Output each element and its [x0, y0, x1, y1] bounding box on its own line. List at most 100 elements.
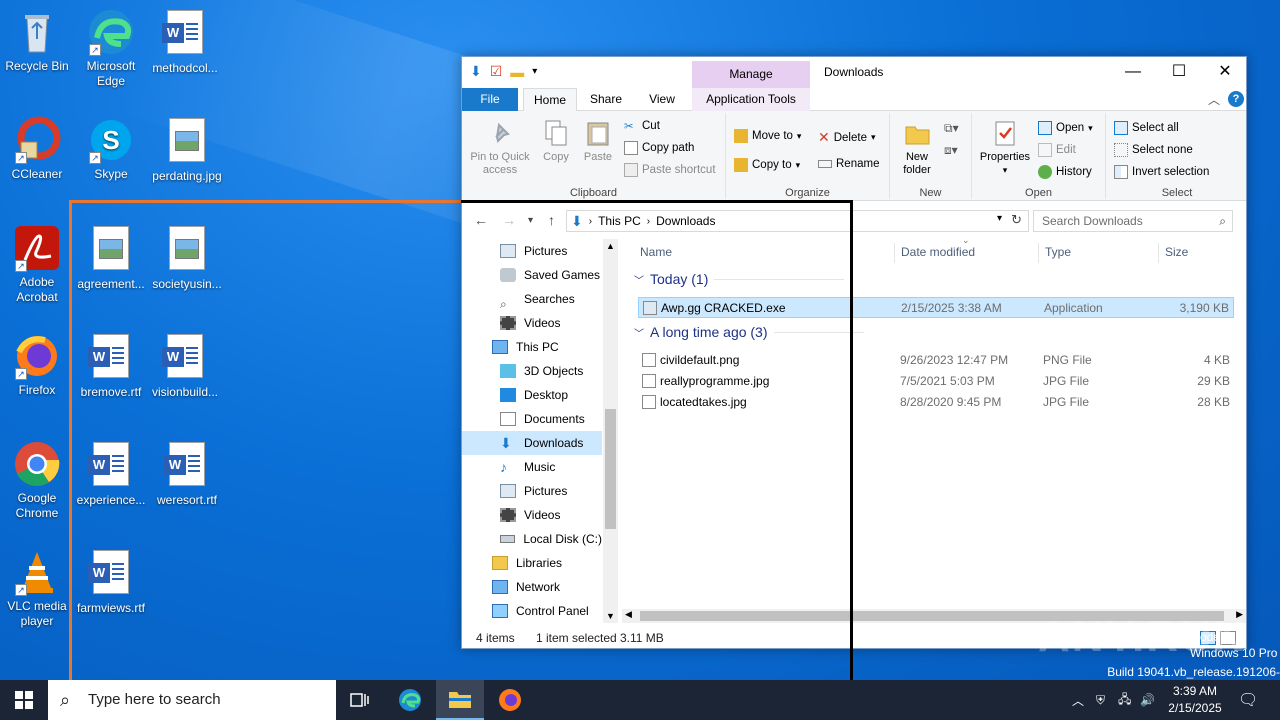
taskbar-clock[interactable]: 3:39 AM 2/15/2025	[1160, 683, 1230, 717]
volume-icon[interactable]: 🔊	[1140, 680, 1155, 720]
refresh-icon[interactable]: ↻	[1011, 212, 1022, 228]
table-row[interactable]: locatedtakes.jpg 8/28/2020 9:45 PM JPG F…	[638, 392, 1234, 413]
minimize-button[interactable]: —	[1110, 57, 1156, 88]
group-header-long-time-ago[interactable]: ﹀ A long time ago (3)	[634, 324, 864, 340]
title-bar[interactable]: ⬇ ☑ ▬ ▾ Manage Downloads — ☐ ✕	[462, 57, 1246, 88]
tab-application-tools[interactable]: Application Tools	[692, 88, 810, 111]
address-dropdown-chevron-icon[interactable]: ▾	[997, 213, 1002, 224]
notifications-icon[interactable]: 🗨	[1238, 680, 1258, 720]
close-button[interactable]: ✕	[1202, 57, 1248, 88]
nav-item-local-disk[interactable]: Local Disk (C:)	[500, 527, 602, 551]
nav-item-documents[interactable]: Documents	[500, 407, 602, 431]
network-icon[interactable]: 🖧	[1118, 680, 1131, 720]
move-to-button[interactable]: Move to ▾	[734, 129, 801, 143]
nav-item-videos-2[interactable]: Videos	[500, 503, 602, 527]
up-arrow-icon[interactable]: ↑	[548, 212, 555, 228]
search-input[interactable]: Search Downloads ⌕	[1033, 210, 1233, 232]
nav-item-this-pc[interactable]: This PC	[492, 335, 602, 359]
tab-home[interactable]: Home	[523, 88, 577, 111]
start-button[interactable]	[0, 680, 48, 720]
easy-access-icon[interactable]: ⧈▾	[944, 143, 958, 158]
nav-pane-scrollbar[interactable]: ▲ ▼	[603, 239, 618, 623]
nav-item-videos[interactable]: Videos	[500, 311, 602, 335]
scroll-left-icon[interactable]: ◀	[625, 609, 632, 620]
new-item-icon[interactable]: ⧉▾	[944, 121, 959, 136]
paste-button[interactable]: Paste	[580, 119, 616, 164]
nav-item-desktop[interactable]: Desktop	[500, 383, 602, 407]
nav-item-downloads[interactable]: ⬇ Downloads	[462, 431, 602, 455]
open-button[interactable]: Open ▾	[1038, 121, 1093, 135]
delete-button[interactable]: ✕ Delete ▾	[818, 129, 876, 146]
pin-quick-access-button[interactable]: Pin to Quick access	[468, 119, 532, 177]
new-folder-icon[interactable]: ▬	[510, 64, 524, 80]
desktop-icon-acrobat[interactable]: ↗ Adobe Acrobat	[0, 224, 74, 305]
column-header-name[interactable]: Name	[640, 239, 672, 265]
ribbon-collapse-icon[interactable]: ︿	[1208, 91, 1220, 108]
nav-item-network[interactable]: Network	[492, 575, 602, 599]
breadcrumb-downloads[interactable]: Downloads	[656, 214, 715, 228]
paste-shortcut-button[interactable]: Paste shortcut	[624, 163, 716, 177]
scroll-down-icon[interactable]: ▼	[606, 611, 615, 621]
desktop-icon-chrome[interactable]: Google Chrome	[0, 440, 74, 521]
nav-item-3d-objects[interactable]: 3D Objects	[500, 359, 602, 383]
column-header-type[interactable]: Type	[1045, 239, 1071, 265]
tab-manage[interactable]: Manage	[692, 61, 810, 88]
table-row[interactable]: reallyprogramme.jpg 7/5/2021 5:03 PM JPG…	[638, 371, 1234, 392]
show-hidden-icons-chevron-icon[interactable]: ︿	[1072, 680, 1084, 720]
tab-view[interactable]: View	[640, 88, 684, 111]
copy-path-button[interactable]: Copy path	[624, 141, 694, 155]
desktop-icon-perdating[interactable]: perdating.jpg	[150, 116, 224, 184]
desktop-icon-skype[interactable]: S ↗ Skype	[74, 116, 148, 182]
copy-button[interactable]: Copy	[536, 119, 576, 164]
taskbar-firefox-button[interactable]	[486, 680, 534, 720]
tab-file[interactable]: File	[462, 88, 518, 111]
edit-button[interactable]: Edit	[1038, 143, 1076, 157]
scrollbar-thumb[interactable]	[605, 409, 616, 529]
new-folder-button[interactable]: New folder	[896, 119, 938, 177]
select-all-button[interactable]: Select all	[1114, 121, 1179, 135]
breadcrumb-this-pc[interactable]: This PC	[598, 214, 641, 228]
help-icon[interactable]: ?	[1228, 91, 1244, 107]
group-header-today[interactable]: ﹀ Today (1)	[634, 271, 845, 287]
nav-item-searches[interactable]: ⌕ Searches	[500, 287, 602, 311]
desktop-icon-recycle-bin[interactable]: Recycle Bin	[0, 8, 74, 74]
address-bar[interactable]: ⬇ › This PC › Downloads ▾ ↻	[566, 210, 1029, 232]
invert-selection-button[interactable]: Invert selection	[1114, 165, 1209, 179]
select-none-button[interactable]: Select none	[1114, 143, 1193, 157]
recent-locations-chevron-icon[interactable]: ▾	[528, 215, 533, 226]
desktop-icon-ccleaner[interactable]: ↗ CCleaner	[0, 116, 74, 182]
column-header-size[interactable]: Size	[1165, 239, 1188, 265]
down-arrow-icon[interactable]: ⬇	[470, 63, 482, 80]
nav-item-music[interactable]: ♪ Music	[500, 455, 602, 479]
nav-item-control-panel[interactable]: Control Panel	[492, 599, 602, 623]
cut-button[interactable]: ✂ Cut	[624, 119, 660, 133]
tab-share[interactable]: Share	[584, 88, 628, 111]
scroll-up-icon[interactable]: ▲	[606, 241, 615, 251]
maximize-button[interactable]: ☐	[1156, 57, 1202, 88]
properties-check-icon[interactable]: ☑	[490, 63, 503, 80]
taskbar-file-explorer-button[interactable]	[436, 680, 484, 720]
rename-button[interactable]: Rename	[818, 158, 879, 170]
copy-to-button[interactable]: Copy to ▾	[734, 158, 800, 172]
desktop-icon-edge[interactable]: ↗ Microsoft Edge	[74, 8, 148, 89]
security-icon[interactable]: ⛨	[1096, 680, 1105, 720]
chevron-down-icon[interactable]: ▾	[532, 66, 537, 77]
history-button[interactable]: History	[1038, 165, 1092, 179]
task-view-button[interactable]	[336, 680, 384, 720]
table-row[interactable]: Awp.gg CRACKED.exe 2/15/2025 3:38 AM App…	[638, 297, 1234, 318]
back-arrow-icon[interactable]: ←	[474, 212, 488, 228]
nav-item-pictures[interactable]: Pictures	[500, 239, 602, 263]
desktop-icon-firefox[interactable]: ↗ Firefox	[0, 332, 74, 398]
nav-item-saved-games[interactable]: Saved Games	[500, 263, 602, 287]
desktop-icon-vlc[interactable]: ↗ VLC media player	[0, 548, 74, 629]
this-pc-icon	[492, 340, 508, 354]
taskbar-edge-button[interactable]	[386, 680, 434, 720]
nav-item-pictures-2[interactable]: Pictures	[500, 479, 602, 503]
nav-item-libraries[interactable]: Libraries	[492, 551, 602, 575]
taskbar-search-input[interactable]: ⌕ Type here to search	[48, 680, 336, 720]
new-group: New folder ⧉▾ ⧈▾ New	[890, 113, 972, 199]
table-row[interactable]: civildefault.png 9/26/2023 12:47 PM PNG …	[638, 350, 1234, 371]
forward-arrow-icon[interactable]: →	[502, 212, 516, 228]
properties-button[interactable]: Properties ▾	[976, 119, 1034, 177]
desktop-icon-methodcol[interactable]: W methodcol...	[148, 8, 222, 76]
